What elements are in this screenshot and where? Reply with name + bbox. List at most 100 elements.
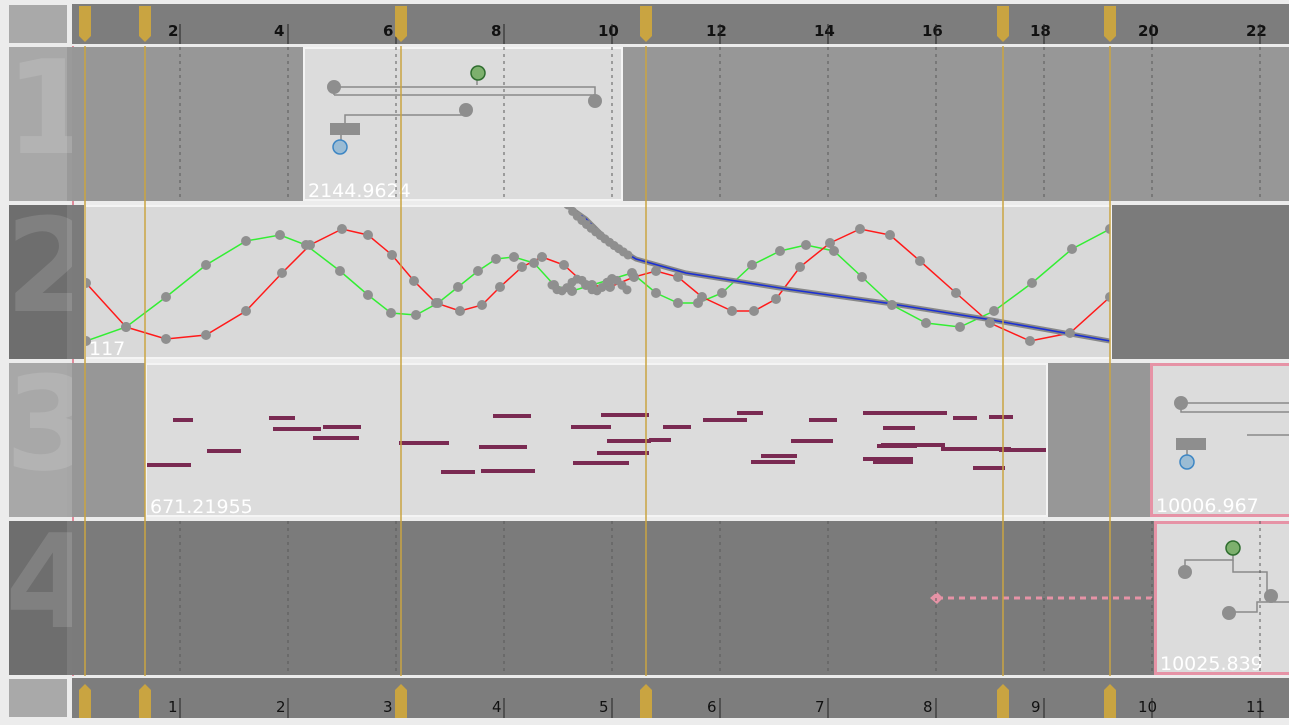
graph-node[interactable] <box>1225 540 1241 556</box>
track-4-block-label: 10025.839 <box>1160 653 1263 675</box>
bottom-ruler-label: 8 <box>923 698 933 716</box>
bottom-ruler-label: 1 <box>168 698 178 716</box>
curve-point <box>651 288 661 298</box>
top-ruler-label: 20 <box>1138 22 1159 40</box>
curve-point <box>409 276 419 286</box>
curve-point <box>855 224 865 234</box>
graph-node[interactable] <box>330 123 360 135</box>
track-1-header[interactable]: 1 <box>5 43 95 201</box>
note-bar <box>601 413 649 417</box>
top-ruler[interactable]: 2 4 6 8 10 12 14 16 18 20 22 <box>72 4 1289 44</box>
graph-node[interactable] <box>1176 438 1206 450</box>
track-4[interactable]: 4 10025.839 <box>5 517 1289 675</box>
note-bar <box>207 449 241 453</box>
bottom-ruler-label: 4 <box>492 698 502 716</box>
graph-node[interactable] <box>470 65 486 81</box>
curve-point <box>795 262 805 272</box>
track-2-header[interactable]: 2 <box>5 201 95 359</box>
curve-point <box>161 292 171 302</box>
note-bar <box>883 426 915 430</box>
graph-node[interactable] <box>1179 454 1195 470</box>
curve-point <box>277 268 287 278</box>
track-2-lane[interactable]: 117 <box>72 205 1289 359</box>
note-bar <box>573 461 629 465</box>
graph-node[interactable] <box>459 103 473 117</box>
note-bar <box>649 438 671 442</box>
curve-point <box>825 238 835 248</box>
curve-point <box>985 318 995 328</box>
curve-point <box>915 256 925 266</box>
top-ruler-label: 18 <box>1030 22 1051 40</box>
track-3-block-label: 671.21955 <box>150 496 253 517</box>
bottom-ruler-label: 2 <box>276 698 286 716</box>
link-connector[interactable] <box>927 588 1157 608</box>
bottom-ruler-label: 11 <box>1246 698 1266 716</box>
curve-point <box>161 334 171 344</box>
curve-point <box>241 236 251 246</box>
bottom-ruler-label: 3 <box>383 698 393 716</box>
note-bar <box>173 418 193 422</box>
note-bar <box>703 418 747 422</box>
top-ruler-label: 6 <box>383 22 394 40</box>
curve-point <box>623 250 633 260</box>
bottom-ruler-label: 7 <box>815 698 825 716</box>
curve-point <box>529 258 539 268</box>
track-1-lane[interactable]: 2144.9624 <box>72 47 1289 201</box>
curve-point <box>275 230 285 240</box>
curve-point <box>673 298 683 308</box>
note-bar <box>873 460 913 464</box>
graph-node[interactable] <box>1174 396 1188 410</box>
bottom-ruler-corner <box>9 679 67 717</box>
curve-point <box>727 306 737 316</box>
curve-point <box>651 266 661 276</box>
curve-point <box>1065 328 1075 338</box>
note-bar <box>989 415 1013 419</box>
curve-point <box>559 260 569 270</box>
track-3[interactable]: 3 671.21955 10006.967 <box>5 359 1289 517</box>
curve-point <box>921 318 931 328</box>
curve-point <box>121 322 131 332</box>
top-ruler-label: 16 <box>922 22 943 40</box>
note-bar <box>313 436 359 440</box>
track-3-block[interactable]: 671.21955 <box>145 363 1048 517</box>
curve-point <box>387 250 397 260</box>
track-1-block[interactable]: 2144.9624 <box>303 47 623 201</box>
note-bars <box>147 411 1046 474</box>
track-4-block[interactable]: 10025.839 <box>1154 521 1289 675</box>
note-bar <box>877 444 917 448</box>
graph-node[interactable] <box>1178 565 1192 579</box>
note-bar <box>973 466 1005 470</box>
curve-point <box>801 240 811 250</box>
note-bar <box>791 439 833 443</box>
track-1[interactable]: 1 2144.9624 <box>5 43 1289 201</box>
curve-point <box>453 282 463 292</box>
track-4-lane[interactable]: 10025.839 <box>72 521 1289 675</box>
curve-point <box>775 246 785 256</box>
curve-point <box>697 292 707 302</box>
graph-node[interactable] <box>588 94 602 108</box>
curve-point <box>1067 244 1077 254</box>
graph-node[interactable] <box>332 139 348 155</box>
note-bar <box>863 411 947 415</box>
curve-point <box>537 252 547 262</box>
graph-node[interactable] <box>1264 589 1278 603</box>
track-3-lane[interactable]: 671.21955 10006.967 <box>72 363 1289 517</box>
curve-point <box>337 224 347 234</box>
track-2[interactable]: 2 117 <box>5 201 1289 359</box>
bottom-ruler[interactable]: 1 2 3 4 5 6 7 8 9 10 11 <box>72 678 1289 718</box>
curve-point <box>201 330 211 340</box>
graph-node[interactable] <box>327 80 341 94</box>
note-bar <box>571 425 611 429</box>
track-3-header[interactable]: 3 <box>5 359 95 517</box>
top-ruler-label: 4 <box>274 22 285 40</box>
curve-point <box>86 278 91 288</box>
curve-point <box>517 262 527 272</box>
curve-point <box>955 322 965 332</box>
track-3-side-block[interactable]: 10006.967 <box>1150 363 1289 517</box>
track-2-block[interactable]: 117 <box>84 205 1112 359</box>
track-4-header[interactable]: 4 <box>5 517 95 675</box>
graph-node[interactable] <box>1222 606 1236 620</box>
track-1-block-label: 2144.9624 <box>308 180 411 201</box>
curve-point <box>629 272 639 282</box>
curve-point <box>363 230 373 240</box>
